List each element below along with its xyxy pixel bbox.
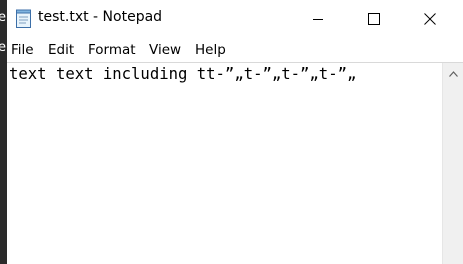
vertical-scrollbar[interactable] bbox=[442, 63, 463, 264]
menu-file[interactable]: File bbox=[11, 42, 34, 58]
desktop-edge-text: e bbox=[0, 10, 6, 25]
text-editor[interactable]: text text including tt-”„t-”„t-”„t-”„ bbox=[7, 62, 463, 264]
menu-edit[interactable]: Edit bbox=[48, 42, 74, 58]
menu-format[interactable]: Format bbox=[88, 42, 136, 58]
desktop-edge-text: e bbox=[0, 40, 6, 55]
editor-content[interactable]: text text including tt-”„t-”„t-”„t-”„ bbox=[9, 65, 356, 83]
window-title: test.txt - Notepad bbox=[38, 9, 163, 25]
close-icon bbox=[424, 10, 436, 29]
maximize-icon bbox=[368, 10, 380, 29]
menu-bar: File Edit Format View Help bbox=[7, 38, 463, 62]
notepad-icon[interactable] bbox=[15, 9, 33, 29]
chevron-up-icon bbox=[448, 62, 458, 81]
menu-help[interactable]: Help bbox=[195, 42, 226, 58]
menu-view[interactable]: View bbox=[149, 42, 181, 58]
title-bar[interactable]: test.txt - Notepad bbox=[7, 0, 463, 38]
desktop-background: e e bbox=[0, 0, 7, 264]
notepad-window: test.txt - Notepad File Edit Format View… bbox=[7, 0, 463, 264]
minimize-button[interactable] bbox=[295, 0, 341, 38]
close-button[interactable] bbox=[407, 0, 453, 38]
scroll-up-button[interactable] bbox=[443, 63, 463, 80]
maximize-button[interactable] bbox=[351, 0, 397, 38]
minimize-icon bbox=[312, 10, 324, 29]
